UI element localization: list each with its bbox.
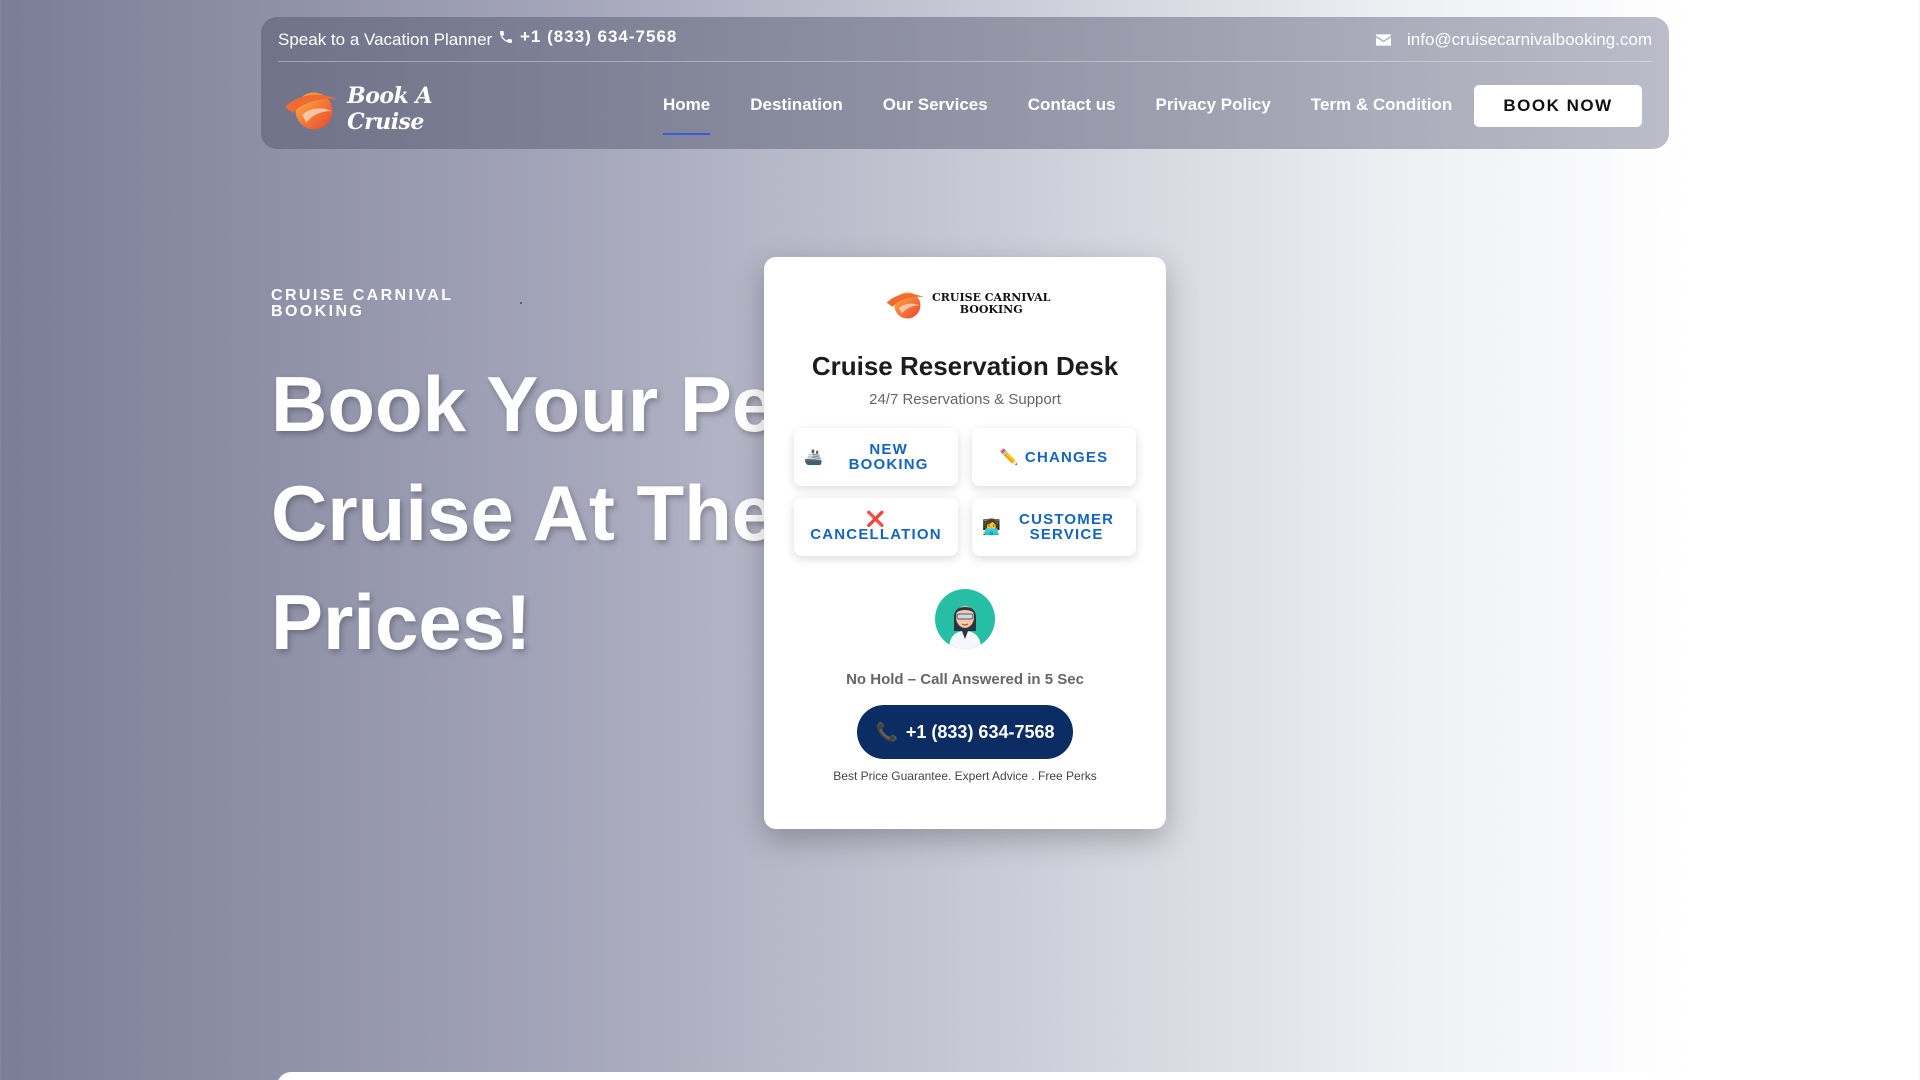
nav-item-our-services[interactable]: Our Services: [883, 95, 988, 135]
nav-item-contact-us[interactable]: Contact us: [1028, 95, 1116, 135]
book-now-button[interactable]: BOOK NOW: [1474, 85, 1642, 127]
changes-button[interactable]: ✏️ Changes: [972, 428, 1136, 486]
nav-item-privacy-policy[interactable]: Privacy Policy: [1156, 95, 1271, 135]
card-subtitle: 24/7 Reservations & Support: [869, 391, 1061, 408]
top-bar: Speak to a Vacation Planner +1 (833) 634…: [278, 17, 1652, 62]
service-grid: 🚢 New Booking ✏️ Changes ❌ Cancellation 👩…: [794, 428, 1136, 556]
ship-icon: 🚢: [804, 448, 824, 466]
agent-avatar: [935, 589, 995, 649]
agent-illustration-icon: [949, 606, 981, 649]
call-number: +1 (833) 634-7568: [905, 721, 1055, 742]
card-logo: CRUISE CARNIVAL BOOKING: [884, 287, 1050, 321]
no-hold-text: No Hold – Call Answered in 5 Sec: [846, 671, 1084, 688]
cancellation-button[interactable]: ❌ Cancellation: [794, 498, 958, 556]
guarantee-text: Best Price Guarantee. Expert Advice . Fr…: [833, 769, 1097, 783]
card-logo-text: CRUISE CARNIVAL BOOKING: [932, 291, 1051, 316]
next-section-edge: [277, 1072, 1657, 1080]
telephone-icon: 📞: [875, 721, 898, 742]
topbar-email-address: info@cruisecarnivalbooking.com: [1407, 30, 1652, 49]
new-booking-button[interactable]: 🚢 New Booking: [794, 428, 958, 486]
hero-eyebrow: CRUISE CARNIVAL BOOKING: [271, 287, 454, 320]
pencil-icon: ✏️: [999, 448, 1020, 466]
service-label: Changes: [1024, 448, 1109, 466]
phone-icon: [500, 31, 512, 43]
nav-item-destination[interactable]: Destination: [750, 95, 843, 135]
cross-icon: ❌: [866, 511, 886, 528]
cruise-swirl-logo-icon: [284, 92, 338, 130]
main-nav: Home Destination Our Services Contact us…: [663, 95, 1452, 135]
site-logo[interactable]: Book A Cruise: [281, 81, 511, 137]
reservation-card: CRUISE CARNIVAL BOOKING Cruise Reservati…: [764, 257, 1166, 829]
envelope-icon: [1376, 34, 1392, 46]
customer-service-button[interactable]: 👩‍💻 Customer Service: [972, 498, 1136, 556]
topbar-phone-link[interactable]: +1 (833) 634-7568: [498, 27, 677, 47]
call-now-button[interactable]: 📞 +1 (833) 634-7568: [857, 705, 1073, 759]
agent-icon: 👩‍💻: [982, 518, 1002, 536]
topbar-email-link[interactable]: info@cruisecarnivalbooking.com: [1376, 30, 1652, 50]
card-title: Cruise Reservation Desk: [811, 351, 1119, 381]
nav-item-home[interactable]: Home: [663, 95, 711, 135]
site-header: Speak to a Vacation Planner +1 (833) 634…: [261, 17, 1669, 149]
service-label: New Booking: [848, 441, 929, 473]
decorative-dot: [520, 302, 522, 304]
planner-text: Speak to a Vacation Planner: [278, 30, 493, 49]
service-label: Customer Service: [1019, 511, 1115, 543]
topbar-phone-number: +1 (833) 634-7568: [520, 27, 678, 46]
service-label: Cancellation: [810, 526, 942, 543]
nav-item-terms[interactable]: Term & Condition: [1311, 95, 1452, 135]
logo-text: Book A Cruise: [347, 83, 433, 135]
cruise-swirl-logo-icon: [886, 292, 924, 319]
